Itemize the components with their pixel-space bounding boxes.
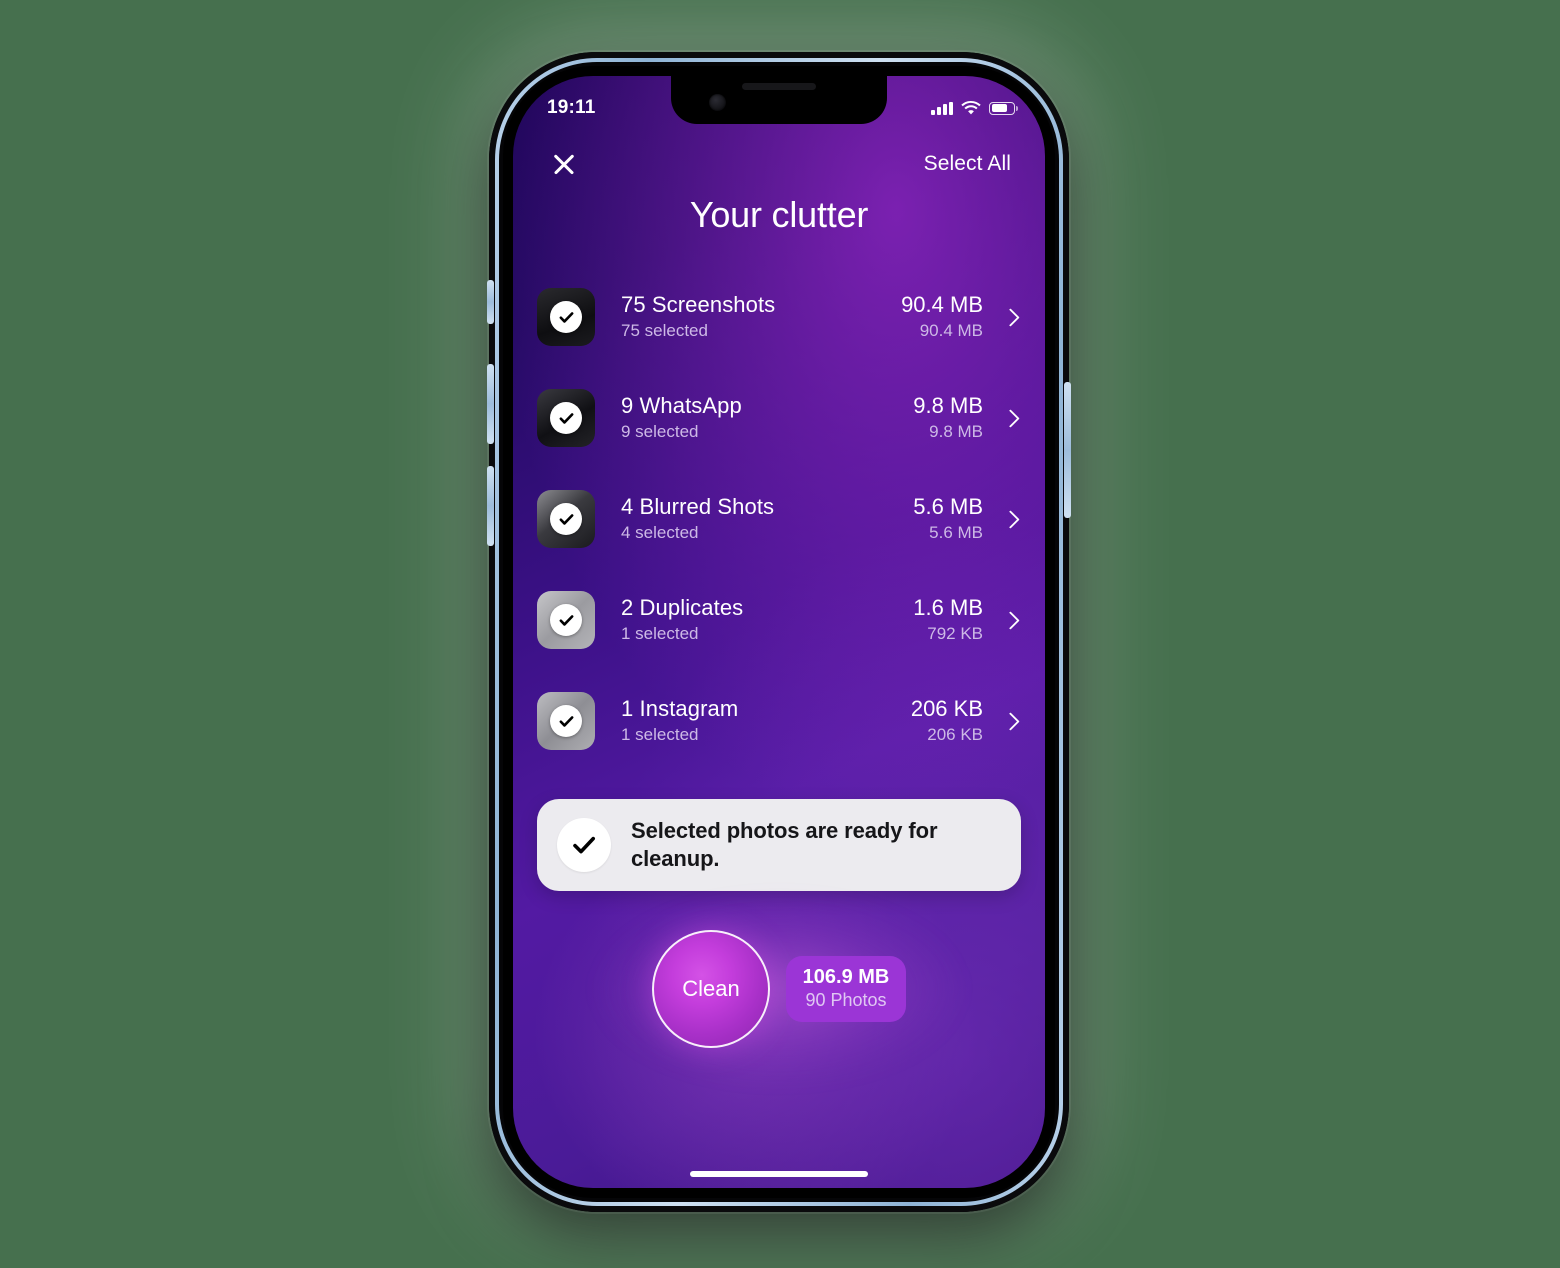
row-title: 4 Blurred Shots — [621, 493, 775, 519]
thumbnail — [537, 389, 595, 447]
home-indicator[interactable] — [690, 1171, 868, 1177]
screenshot-stage: 19:11 Select All Your clutter 75 Screens… — [0, 0, 1560, 1268]
status-banner: Selected photos are ready for cleanup. — [537, 799, 1021, 891]
row-size-block: 5.6 MB 5.6 MB — [913, 494, 1003, 545]
row-subtitle: 75 selected — [621, 321, 708, 341]
row-title: 2 Duplicates — [621, 594, 744, 620]
page-title: Your clutter — [689, 194, 869, 235]
row-checkbox[interactable] — [550, 503, 582, 535]
row-size-block: 9.8 MB 9.8 MB — [913, 393, 1003, 444]
banner-message: Selected photos are ready for cleanup. — [631, 817, 938, 871]
signal-bars-icon — [931, 101, 953, 115]
chevron-right-icon[interactable] — [1003, 309, 1019, 325]
row-size-total: 9.8 MB — [913, 392, 983, 418]
front-camera-icon — [709, 94, 726, 111]
list-item[interactable]: 4 Blurred Shots 4 selected 5.6 MB 5.6 MB — [513, 476, 1045, 562]
thumbnail — [537, 692, 595, 750]
row-size-total: 5.6 MB — [913, 493, 983, 519]
chevron-right-icon[interactable] — [1003, 713, 1019, 729]
row-labels: 4 Blurred Shots 4 selected — [595, 494, 913, 545]
list-item[interactable]: 9 WhatsApp 9 selected 9.8 MB 9.8 MB — [513, 375, 1045, 461]
check-icon — [559, 412, 573, 424]
battery-icon — [989, 101, 1019, 115]
clean-summary-badge[interactable]: 106.9 MB 90 Photos — [786, 955, 906, 1023]
row-size-selected: 5.6 MB — [929, 523, 983, 543]
row-checkbox[interactable] — [550, 402, 582, 434]
row-size-total: 1.6 MB — [913, 594, 983, 620]
volume-down-button[interactable] — [487, 466, 494, 546]
status-bar-indicators — [931, 100, 1019, 116]
mute-switch-button[interactable] — [487, 280, 494, 324]
list-item[interactable]: 75 Screenshots 75 selected 90.4 MB 90.4 … — [513, 274, 1045, 360]
status-bar-clock: 19:11 — [547, 97, 596, 118]
volume-up-button[interactable] — [487, 364, 494, 444]
row-title: 75 Screenshots — [621, 291, 776, 317]
device-notch — [671, 76, 887, 124]
navigation-bar: Select All — [513, 140, 1045, 188]
check-icon — [559, 513, 573, 525]
clean-action-bar: Clean 106.9 MB 90 Photos — [513, 899, 1045, 1079]
row-size-total: 90.4 MB — [901, 291, 983, 317]
row-subtitle: 1 selected — [621, 624, 699, 644]
row-labels: 1 Instagram 1 selected — [595, 696, 911, 747]
row-size-block: 1.6 MB 792 KB — [913, 595, 1003, 646]
select-all-button[interactable]: Select All — [924, 152, 1011, 176]
clean-badge-count: 90 Photos — [805, 989, 887, 1010]
row-checkbox[interactable] — [550, 705, 582, 737]
check-icon — [573, 836, 595, 854]
wifi-icon — [961, 100, 981, 114]
row-labels: 9 WhatsApp 9 selected — [595, 393, 913, 444]
row-size-selected: 90.4 MB — [919, 321, 983, 341]
list-item[interactable]: 2 Duplicates 1 selected 1.6 MB 792 KB — [513, 577, 1045, 663]
thumbnail — [537, 288, 595, 346]
clutter-list: 75 Screenshots 75 selected 90.4 MB 90.4 … — [513, 274, 1045, 779]
row-subtitle: 1 selected — [621, 725, 699, 745]
thumbnail — [537, 591, 595, 649]
row-size-selected: 9.8 MB — [929, 422, 983, 442]
close-icon[interactable] — [547, 147, 581, 181]
row-labels: 2 Duplicates 1 selected — [595, 595, 913, 646]
row-checkbox[interactable] — [550, 301, 582, 333]
list-item[interactable]: 1 Instagram 1 selected 206 KB 206 KB — [513, 678, 1045, 764]
row-size-selected: 792 KB — [927, 624, 983, 644]
row-size-block: 90.4 MB 90.4 MB — [901, 292, 1003, 343]
row-subtitle: 9 selected — [621, 422, 699, 442]
earpiece-speaker — [742, 83, 816, 90]
chevron-right-icon[interactable] — [1003, 410, 1019, 426]
row-title: 1 Instagram — [621, 695, 739, 721]
banner-check-badge — [557, 818, 611, 872]
row-size-total: 206 KB — [910, 695, 983, 721]
row-subtitle: 4 selected — [621, 523, 699, 543]
chevron-right-icon[interactable] — [1003, 511, 1019, 527]
check-icon — [559, 715, 573, 727]
phone-device: 19:11 Select All Your clutter 75 Screens… — [487, 52, 1071, 1212]
row-labels: 75 Screenshots 75 selected — [595, 292, 901, 343]
clean-badge-size: 106.9 MB — [802, 965, 890, 988]
row-title: 9 WhatsApp — [621, 392, 742, 418]
check-icon — [559, 311, 573, 323]
chevron-right-icon[interactable] — [1003, 612, 1019, 628]
thumbnail — [537, 490, 595, 548]
phone-screen: 19:11 Select All Your clutter 75 Screens… — [513, 76, 1045, 1188]
row-size-selected: 206 KB — [927, 725, 983, 745]
power-button[interactable] — [1064, 382, 1071, 518]
row-size-block: 206 KB 206 KB — [911, 696, 1003, 747]
check-icon — [559, 614, 573, 626]
row-checkbox[interactable] — [550, 604, 582, 636]
clean-button[interactable]: Clean — [652, 930, 770, 1048]
